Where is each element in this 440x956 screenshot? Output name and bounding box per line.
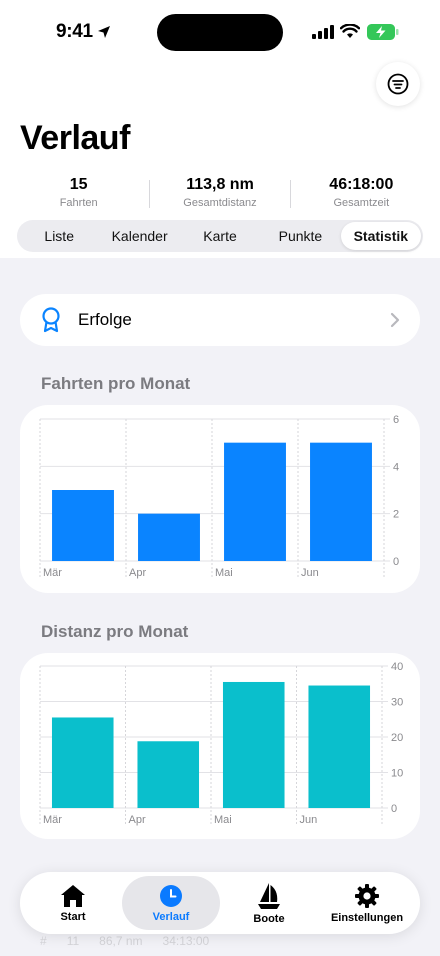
y-tick-label: 0 [393, 556, 399, 568]
tab-verlauf[interactable]: Verlauf [122, 876, 220, 930]
stat-time: 46:18:00 Gesamtzeit [291, 176, 432, 212]
x-tick-label: Mai [214, 814, 232, 826]
x-tick-label: Mär [43, 814, 62, 826]
background-list-row: # 11 86,7 nm 34:13:00 [40, 934, 209, 948]
erfolge-row[interactable]: Erfolge [20, 294, 420, 346]
y-tick-label: 20 [391, 732, 403, 744]
erfolge-label: Erfolge [78, 310, 132, 329]
tab-boote[interactable]: Boote [220, 876, 318, 930]
x-tick-label: Apr [129, 567, 146, 579]
sailboat-icon [258, 882, 280, 909]
house-icon [61, 884, 85, 907]
stat-trips: 15 Fahrten [8, 176, 149, 212]
x-tick-label: Mai [215, 567, 233, 579]
stat-label: Gesamtdistanz [183, 197, 257, 209]
bg-distance: 86,7 nm [99, 934, 143, 948]
segment-statistik[interactable]: Statistik [340, 222, 422, 250]
bar-chart: 0 10 20 30 40 Mär Apr Mai Jun [39, 661, 403, 826]
summary-stats: 15 Fahrten 113,8 nm Gesamtdistanz 46:18:… [8, 176, 432, 212]
bar [224, 442, 286, 561]
hash-icon: # [40, 934, 47, 948]
bg-count: 11 [66, 934, 80, 948]
award-ribbon-icon [42, 307, 60, 333]
stat-label: Gesamtzeit [333, 197, 390, 209]
wifi-icon [340, 24, 360, 38]
tab-label: Boote [253, 912, 285, 925]
location-arrow-icon [98, 26, 110, 38]
y-tick-label: 6 [393, 414, 399, 426]
tab-start[interactable]: Start [24, 876, 122, 930]
stat-distance: 113,8 nm Gesamtdistanz [149, 176, 290, 212]
bar-chart: 0 2 4 6 Mär Apr Mai Jun [39, 414, 399, 579]
divider [290, 180, 291, 208]
chart-title-distance: Distanz pro Monat [41, 622, 189, 641]
clock-icon [160, 884, 182, 907]
x-tick-label: Jun [300, 814, 318, 826]
stat-value: 46:18:00 [329, 176, 394, 193]
segment-liste[interactable]: Liste [19, 222, 99, 250]
chevron-right-icon [390, 312, 400, 328]
bar [52, 490, 114, 561]
y-tick-label: 2 [393, 509, 399, 521]
cellular-signal-icon [312, 25, 334, 39]
chart-title-trips: Fahrten pro Monat [41, 374, 191, 393]
dynamic-island [157, 14, 283, 51]
page-title: Verlauf [20, 119, 130, 157]
view-segmented-control: Liste Kalender Karte Punkte Statistik [17, 220, 423, 252]
tab-label: Start [60, 910, 86, 923]
tab-label: Verlauf [152, 910, 190, 923]
x-tick-label: Jun [301, 567, 319, 579]
filter-icon [387, 73, 409, 95]
x-tick-label: Apr [129, 814, 146, 826]
bg-time: 34:13:00 [162, 934, 210, 948]
chart-card-trips: 0 2 4 6 Mär Apr Mai Jun [20, 405, 420, 593]
segment-punkte[interactable]: Punkte [260, 222, 340, 250]
segment-karte[interactable]: Karte [180, 222, 260, 250]
y-tick-label: 0 [391, 803, 397, 815]
stat-label: Fahrten [59, 197, 98, 209]
gear-icon [355, 883, 379, 908]
status-time: 9:41 [56, 21, 93, 42]
battery-charging-icon [367, 24, 399, 40]
tab-label: Einstellungen [330, 911, 404, 924]
y-tick-label: 30 [391, 697, 403, 709]
bar [51, 717, 114, 808]
stat-value: 15 [69, 176, 88, 193]
tab-einstellungen[interactable]: Einstellungen [318, 876, 416, 930]
bar [308, 685, 371, 808]
bar [310, 442, 372, 561]
bar [222, 681, 285, 808]
y-tick-label: 10 [391, 768, 403, 780]
stat-value: 113,8 nm [186, 176, 254, 193]
filter-button[interactable] [376, 62, 420, 106]
bar [137, 741, 200, 808]
bar [138, 513, 200, 561]
segment-kalender[interactable]: Kalender [99, 222, 179, 250]
tab-bar: Start Verlauf Boote Einstellungen [20, 872, 420, 934]
x-tick-label: Mär [43, 567, 62, 579]
y-tick-label: 4 [393, 461, 399, 473]
divider [149, 180, 150, 208]
y-tick-label: 40 [391, 661, 403, 673]
chart-card-distance: 0 10 20 30 40 Mär Apr Mai Jun [20, 653, 420, 839]
